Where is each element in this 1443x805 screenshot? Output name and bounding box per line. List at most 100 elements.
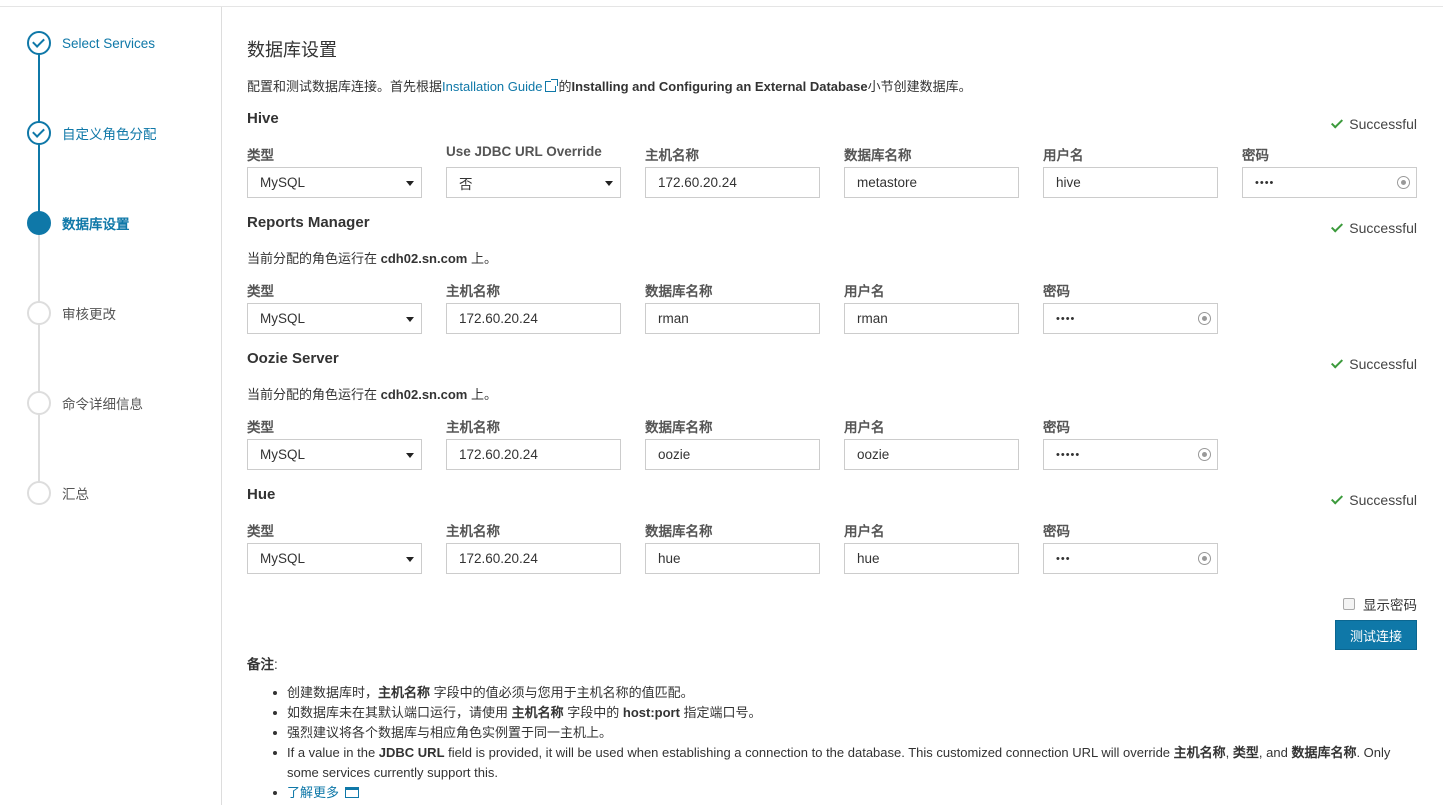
hive-username-input[interactable]: hive <box>1043 167 1218 198</box>
password-label: 密码 <box>1242 148 1269 163</box>
jdbc-override-label: Use JDBC URL Override <box>446 144 602 159</box>
assign-prefix: 当前分配的角色运行在 <box>247 251 378 266</box>
progress-line-pending <box>38 230 40 500</box>
type-label: 类型 <box>247 420 274 435</box>
external-link-icon[interactable] <box>545 79 559 92</box>
db-name-label: 数据库名称 <box>844 148 912 163</box>
step-database-setup[interactable]: 数据库设置 <box>27 211 217 235</box>
password-label: 密码 <box>1043 524 1070 539</box>
role-assignment-text: 当前分配的角色运行在 cdh02.sn.com 上。 <box>247 248 497 267</box>
oozie-type-select[interactable]: MySQL <box>247 439 422 470</box>
learn-more-link[interactable]: 了解更多 <box>287 785 339 800</box>
status-text: Successful <box>1349 116 1417 132</box>
step-custom-role-assignment[interactable]: 自定义角色分配 <box>27 121 217 145</box>
host-label: 主机名称 <box>446 420 500 435</box>
intro-bold: Installing and Configuring an External D… <box>571 79 868 94</box>
username-label: 用户名 <box>844 420 885 435</box>
db-name-label: 数据库名称 <box>645 524 713 539</box>
note-text: 强烈建议将各个数据库与相应角色实例置于同一主机上。 <box>287 725 613 740</box>
oozie-password-input[interactable]: ••••• <box>1043 439 1218 470</box>
check-icon <box>1331 491 1344 505</box>
note-bold: 主机名称 <box>511 705 564 720</box>
show-password-checkbox[interactable] <box>1343 598 1355 610</box>
test-connection-button[interactable]: 测试连接 <box>1335 620 1417 650</box>
show-password-label: 显示密码 <box>1363 598 1417 613</box>
list-item: If a value in the JDBC URL field is prov… <box>273 743 1417 783</box>
db-name-label: 数据库名称 <box>645 284 713 299</box>
status-badge: Successful <box>1331 115 1417 132</box>
empty-circle-icon <box>27 301 51 325</box>
section-title: Hive <box>247 110 279 127</box>
step-label: Select Services <box>62 35 156 51</box>
password-mask: ••• <box>1056 552 1071 565</box>
password-label: 密码 <box>1043 420 1070 435</box>
note-text: 创建数据库时， <box>287 685 379 700</box>
assigned-host: cdh02.sn.com <box>380 387 468 402</box>
hue-type-select[interactable]: MySQL <box>247 543 422 574</box>
note-text: 如数据库未在其默认端口运行，请使用 <box>287 705 512 720</box>
hue-username-input[interactable]: hue <box>844 543 1019 574</box>
active-step-icon <box>27 211 51 235</box>
hive-jdbc-override-select[interactable]: 否 <box>446 167 621 198</box>
check-icon <box>1331 355 1344 369</box>
step-label: 自定义角色分配 <box>62 127 157 142</box>
intro-text: 配置和测试数据库连接。首先根据Installation Guide 的Instal… <box>247 76 972 95</box>
intro-prefix: 配置和测试数据库连接。首先根据 <box>247 79 443 94</box>
host-label: 主机名称 <box>645 148 699 163</box>
empty-circle-icon <box>27 391 51 415</box>
page-title: 数据库设置 <box>247 40 337 60</box>
assigned-host: cdh02.sn.com <box>380 251 468 266</box>
oozie-host-input[interactable]: 172.60.20.24 <box>446 439 621 470</box>
host-label: 主机名称 <box>446 284 500 299</box>
note-bold: 数据库名称 <box>1291 745 1357 760</box>
reports-username-input[interactable]: rman <box>844 303 1019 334</box>
step-select-services[interactable]: Select Services <box>27 31 217 55</box>
password-mask: •••• <box>1056 312 1076 325</box>
password-reveal-icon[interactable] <box>1198 448 1211 461</box>
status-badge: Successful <box>1331 491 1417 508</box>
show-password-toggle[interactable]: 显示密码 <box>1343 594 1417 614</box>
password-reveal-icon[interactable] <box>1198 552 1211 565</box>
reports-password-input[interactable]: •••• <box>1043 303 1218 334</box>
hive-password-input[interactable]: •••• <box>1242 167 1417 198</box>
reports-db-name-input[interactable]: rman <box>645 303 820 334</box>
check-circle-icon <box>27 31 51 55</box>
hue-db-name-input[interactable]: hue <box>645 543 820 574</box>
note-bold: 类型 <box>1232 745 1259 760</box>
db-name-label: 数据库名称 <box>645 420 713 435</box>
password-mask: •••• <box>1255 176 1275 189</box>
hive-type-select[interactable]: MySQL <box>247 167 422 198</box>
list-item: 创建数据库时，主机名称 字段中的值必须与您用于主机名称的值匹配。 <box>273 683 1417 703</box>
installation-guide-link[interactable]: Installation Guide <box>442 79 542 94</box>
step-review-changes: 审核更改 <box>27 301 217 325</box>
oozie-db-name-input[interactable]: oozie <box>645 439 820 470</box>
note-bold: host:port <box>622 705 680 720</box>
hive-host-input[interactable]: 172.60.20.24 <box>645 167 820 198</box>
password-reveal-icon[interactable] <box>1198 312 1211 325</box>
step-label: 汇总 <box>62 487 89 502</box>
notes-title-text: 备注 <box>247 657 274 672</box>
step-label: 审核更改 <box>62 307 116 322</box>
type-label: 类型 <box>247 148 274 163</box>
note-text: , and <box>1258 745 1292 760</box>
note-bold: 主机名称 <box>1173 745 1226 760</box>
status-badge: Successful <box>1331 219 1417 236</box>
hue-password-input[interactable]: ••• <box>1043 543 1218 574</box>
step-summary: 汇总 <box>27 481 217 505</box>
check-circle-icon <box>27 121 51 145</box>
reports-host-input[interactable]: 172.60.20.24 <box>446 303 621 334</box>
notes-colon: : <box>274 657 278 672</box>
hive-db-name-input[interactable]: metastore <box>844 167 1019 198</box>
username-label: 用户名 <box>1043 148 1084 163</box>
new-window-icon[interactable] <box>345 787 360 798</box>
hue-host-input[interactable]: 172.60.20.24 <box>446 543 621 574</box>
notes-title: 备注: <box>247 653 278 673</box>
password-reveal-icon[interactable] <box>1397 176 1410 189</box>
oozie-username-input[interactable]: oozie <box>844 439 1019 470</box>
list-item: 如数据库未在其默认端口运行，请使用 主机名称 字段中的 host:port 指定… <box>273 703 1417 723</box>
note-text: , <box>1225 745 1233 760</box>
list-item: 了解更多 <box>273 783 1417 803</box>
note-text: If a value in the <box>287 745 379 760</box>
status-badge: Successful <box>1331 355 1417 372</box>
reports-type-select[interactable]: MySQL <box>247 303 422 334</box>
